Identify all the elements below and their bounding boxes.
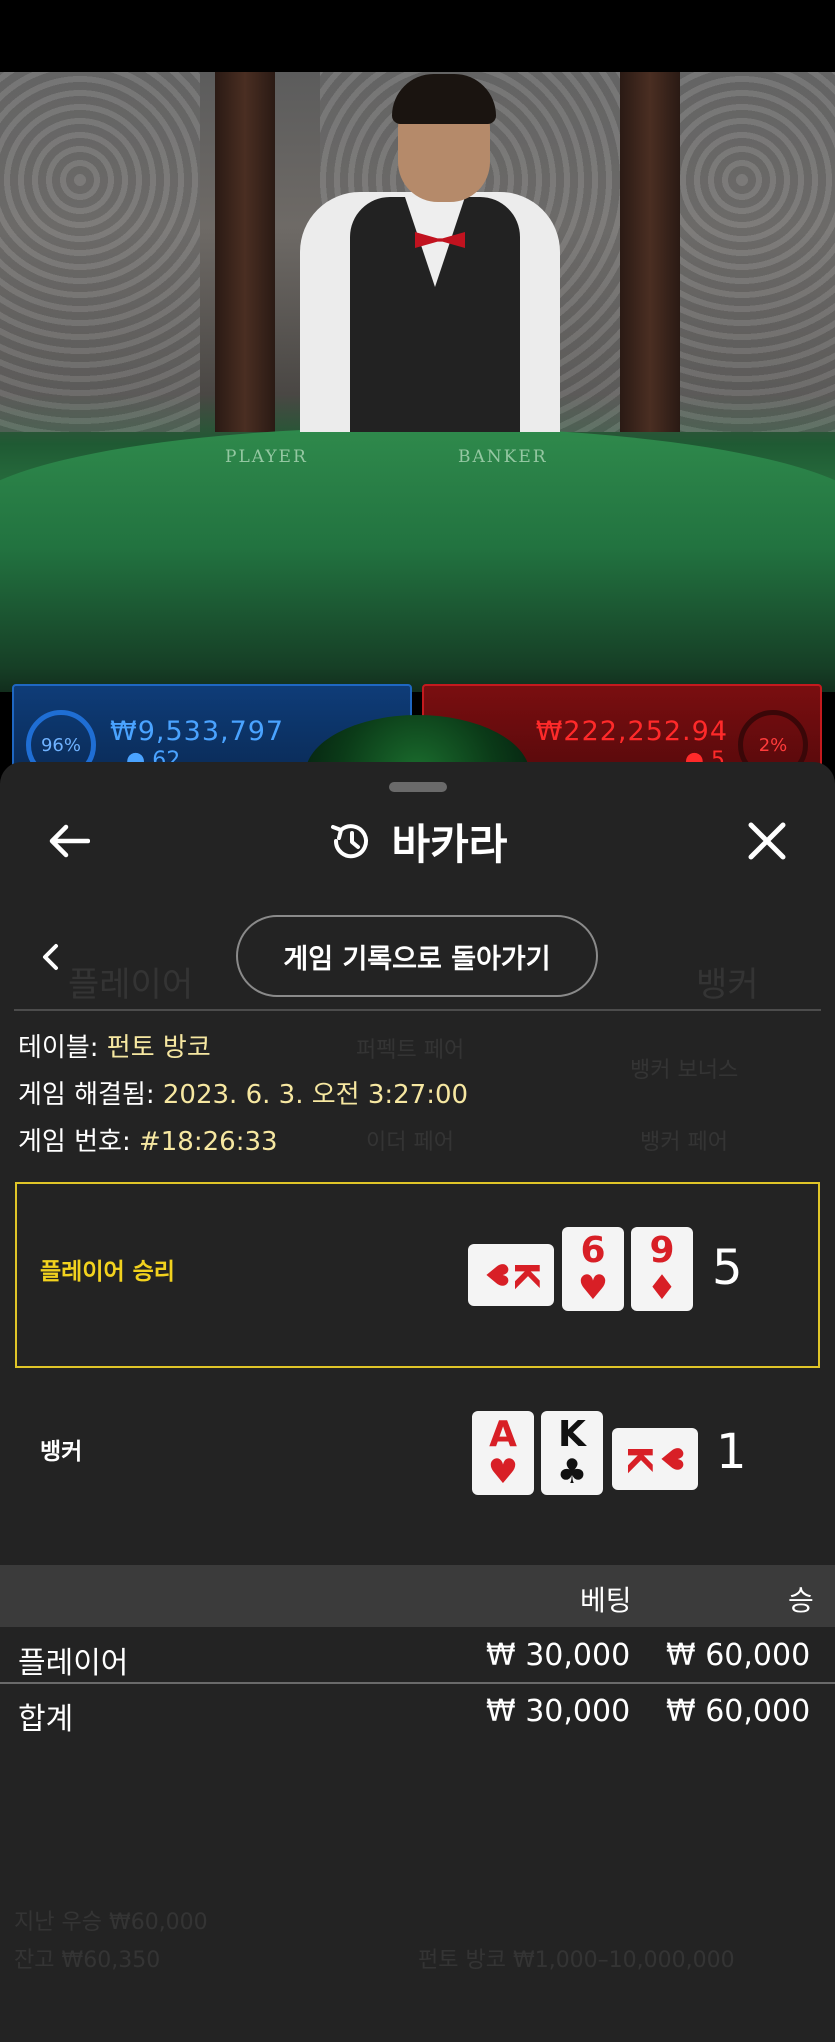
divider (14, 1009, 821, 1011)
ghost-table-limit: 펀토 방코 ₩1,000–10,000,000 (418, 1948, 735, 1973)
sheet-title: 바카라 (0, 807, 835, 875)
column-win: 승 (788, 1584, 814, 1617)
heart-icon: ♥ (653, 1445, 689, 1473)
player-total-amount: ₩9,533,797 (110, 716, 285, 747)
ghost-banker-pair: 뱅커 페어 (640, 1130, 728, 1155)
game-number-line: 게임 번호: #18:26:33 (18, 1126, 278, 1158)
club-icon: ♣ (556, 1452, 588, 1492)
felt-player-label: PLAYER (225, 447, 308, 467)
card-rank: K (506, 1261, 547, 1289)
table-info-line: 테이블: 펀토 방코 (18, 1032, 211, 1064)
heart-icon: ♥ (487, 1452, 519, 1492)
game-number-value: #18:26:33 (138, 1127, 278, 1157)
ghost-last-win: 지난 우승 ₩60,000 (14, 1910, 208, 1935)
table-value: 펀토 방코 (106, 1033, 211, 1063)
close-icon (748, 822, 786, 860)
history-icon (330, 824, 368, 859)
total-label: 합계 (18, 1702, 74, 1737)
banker-total-amount: ₩222,252.94 (535, 716, 728, 747)
wall-panel (0, 72, 200, 432)
win-amount: ₩ 60,000 (666, 1638, 811, 1673)
resolved-label: 게임 해결됨: (18, 1080, 155, 1110)
pillar (215, 72, 275, 432)
ghost-balance: 잔고 ₩60,350 (14, 1948, 161, 1973)
banker-card-1: A ♥ (472, 1411, 534, 1495)
bet-amount: ₩ 30,000 (486, 1638, 631, 1673)
total-row: 합계 ₩ 30,000 ₩ 60,000 (0, 1684, 835, 1740)
live-video-feed: PLAYER BANKER (0, 72, 835, 692)
ghost-perfect-pair: 퍼펙트 페어 (356, 1038, 465, 1063)
card-rank: A (489, 1414, 517, 1455)
ghost-player-spot: 플레이어 (68, 965, 194, 1005)
ghost-banker-bonus: 뱅커 보너스 (630, 1058, 739, 1083)
ghost-either-pair: 이더 페어 (366, 1130, 454, 1155)
banker-card-2: K ♣ (541, 1411, 603, 1495)
wall-panel (680, 72, 835, 432)
table-row: 플레이어 ₩ 30,000 ₩ 60,000 (0, 1628, 835, 1684)
total-win-amount: ₩ 60,000 (666, 1694, 811, 1729)
banker-card-3: K ♥ (612, 1428, 698, 1490)
game-history-sheet: 플레이어 뱅커 퍼펙트 페어 뱅커 보너스 이더 페어 뱅커 페어 지난 우승 … (0, 762, 835, 2042)
sheet-grabber[interactable] (389, 782, 447, 792)
heart-icon: ♥ (577, 1268, 609, 1308)
card-rank: 6 (580, 1230, 606, 1271)
pillar (620, 72, 680, 432)
bets-table-header: 베팅 승 (0, 1565, 835, 1627)
game-number-label: 게임 번호: (18, 1127, 131, 1157)
card-rank: 9 (649, 1230, 675, 1271)
banker-score: 1 (716, 1424, 747, 1480)
page-title: 바카라 (391, 819, 508, 869)
player-card-1: ♥ K (468, 1244, 554, 1306)
close-button[interactable] (738, 812, 796, 870)
previous-game-button[interactable] (30, 932, 70, 982)
resolved-info-line: 게임 해결됨: 2023. 6. 3. 오전 3:27:00 (18, 1079, 468, 1111)
banker-result-label: 뱅커 (40, 1439, 83, 1465)
baccarat-table (0, 427, 835, 692)
table-label: 테이블: (18, 1033, 99, 1063)
card-rank: K (558, 1414, 586, 1455)
column-bet: 베팅 (580, 1584, 632, 1617)
felt-banker-label: BANKER (458, 447, 548, 467)
total-bet-amount: ₩ 30,000 (486, 1694, 631, 1729)
player-card-2: 6 ♥ (562, 1227, 624, 1311)
card-rank: K (619, 1445, 660, 1473)
diamond-icon: ♦ (646, 1268, 678, 1308)
ghost-banker-spot: 뱅커 (696, 965, 759, 1005)
bet-name: 플레이어 (18, 1646, 129, 1681)
chevron-left-icon (43, 944, 58, 970)
player-score: 5 (712, 1240, 743, 1296)
back-to-history-button[interactable]: 게임 기록으로 돌아가기 (236, 915, 598, 997)
resolved-value: 2023. 6. 3. 오전 3:27:00 (162, 1080, 469, 1110)
player-result-label: 플레이어 승리 (40, 1259, 175, 1285)
player-card-3: 9 ♦ (631, 1227, 693, 1311)
